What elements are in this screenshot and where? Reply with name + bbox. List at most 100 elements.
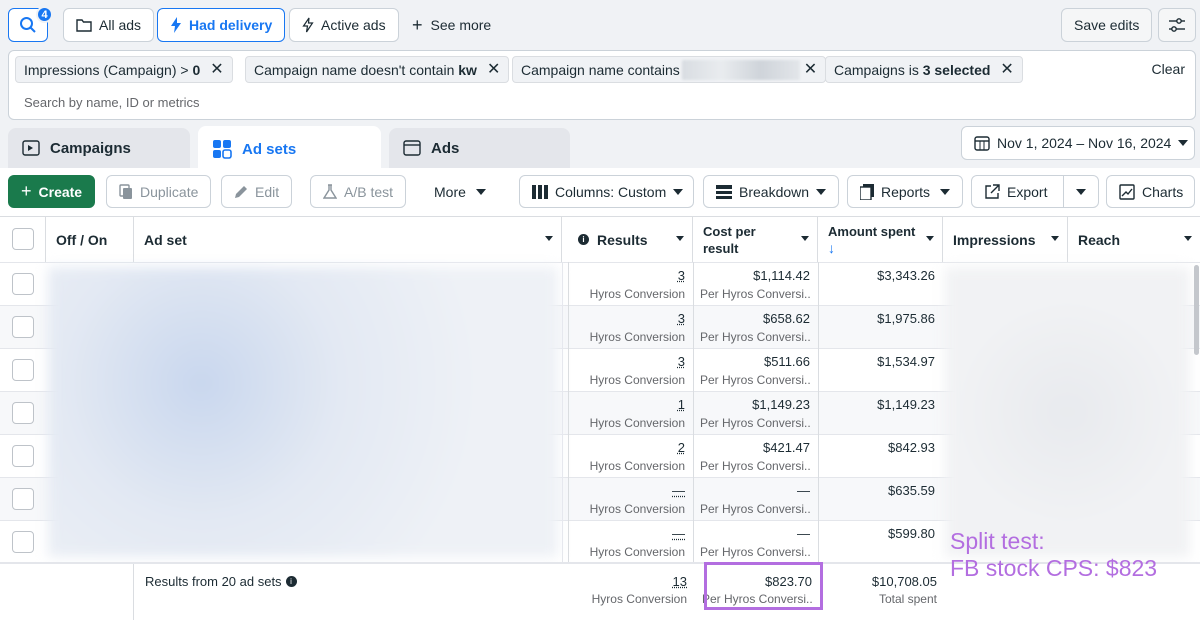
filter-chip-value: 0 xyxy=(192,61,201,78)
row-results[interactable]: 3 xyxy=(678,354,685,369)
row-cost-sub: Per Hyros Conversi... xyxy=(700,330,810,344)
date-range-picker[interactable]: Nov 1, 2024 – Nov 16, 2024 xyxy=(961,126,1195,160)
row-results[interactable]: 2 xyxy=(678,440,685,455)
column-divider xyxy=(133,564,134,620)
column-header-results[interactable]: i Results xyxy=(568,217,693,262)
tab-ads[interactable]: Ads xyxy=(389,128,570,168)
row-checkbox[interactable] xyxy=(12,402,34,424)
filter-chip-campaigns[interactable]: Campaigns is 3 selected ✕ xyxy=(825,56,1023,83)
row-results[interactable]: 1 xyxy=(678,397,685,412)
highlight-box xyxy=(704,562,823,610)
settings-button[interactable] xyxy=(1158,8,1196,42)
save-edits-button[interactable]: Save edits xyxy=(1061,8,1153,42)
reports-button[interactable]: Reports xyxy=(847,175,963,208)
row-checkbox[interactable] xyxy=(12,445,34,467)
row-results[interactable]: 3 xyxy=(678,268,685,283)
breakdown-icon xyxy=(716,184,732,199)
row-cost-sub: Per Hyros Conversi... xyxy=(700,502,810,516)
off-on-header-label: Off / On xyxy=(56,231,108,248)
chevron-down-icon xyxy=(1178,140,1189,146)
all-ads-label: All ads xyxy=(99,17,142,33)
row-spent: $1,534.97 xyxy=(877,354,935,369)
column-header-off-on[interactable]: Off / On xyxy=(46,217,134,262)
column-header-amount-spent[interactable]: Amount spent ↓ xyxy=(818,217,943,262)
row-spent: $635.59 xyxy=(888,483,935,498)
export-divider xyxy=(1063,176,1064,207)
column-header-reach[interactable]: Reach xyxy=(1068,217,1200,262)
breakdown-label: Breakdown xyxy=(739,183,810,200)
column-header-impressions[interactable]: Impressions xyxy=(943,217,1068,262)
column-header-ad-set[interactable]: Ad set xyxy=(134,217,562,262)
filter-chip-name-contains[interactable]: Campaign name contains ✕ xyxy=(512,56,827,83)
active-ads-button[interactable]: Active ads xyxy=(289,8,399,42)
active-ads-label: Active ads xyxy=(321,17,386,33)
tab-ads-label: Ads xyxy=(431,139,460,157)
vertical-scrollbar[interactable] xyxy=(1194,265,1199,355)
columns-button[interactable]: Columns: Custom xyxy=(519,175,694,208)
columns-icon xyxy=(532,184,548,199)
row-results[interactable]: 3 xyxy=(678,311,685,326)
charts-button[interactable]: Charts xyxy=(1106,175,1195,208)
search-input[interactable]: Search by name, ID or metrics xyxy=(24,95,200,110)
select-all-checkbox[interactable] xyxy=(12,228,34,250)
remove-filter-icon[interactable]: ✕ xyxy=(1000,61,1013,78)
row-checkbox[interactable] xyxy=(12,273,34,295)
charts-label: Charts xyxy=(1142,183,1184,200)
amount-spent-header-label: Amount spent xyxy=(828,223,916,239)
filter-chip-text: Impressions (Campaign) > xyxy=(24,61,193,78)
edit-label: Edit xyxy=(255,183,280,200)
row-cost-sub: Per Hyros Conversi... xyxy=(700,545,810,559)
all-ads-button[interactable]: All ads xyxy=(63,8,155,42)
edit-button[interactable]: Edit xyxy=(221,175,293,208)
export-icon xyxy=(985,183,1000,199)
row-checkbox[interactable] xyxy=(12,531,34,553)
plus-icon: + xyxy=(21,181,32,201)
tab-campaigns[interactable]: Campaigns xyxy=(8,128,190,168)
create-label: Create xyxy=(38,183,83,200)
tab-ad-sets-label: Ad sets xyxy=(242,140,297,158)
row-results[interactable]: — xyxy=(672,526,685,541)
more-button[interactable]: More xyxy=(434,175,486,208)
remove-filter-icon[interactable]: ✕ xyxy=(210,61,223,78)
row-results-sub: Hyros Conversion xyxy=(589,502,685,516)
columns-label: Columns: Custom xyxy=(555,183,667,200)
export-label: Export xyxy=(1007,183,1048,200)
lightning-icon xyxy=(171,17,181,33)
filter-bar: Impressions (Campaign) > 0 ✕ Campaign na… xyxy=(8,50,1196,120)
row-cost: $1,114.42 xyxy=(753,268,810,283)
annotation-text: Split test: FB stock CPS: $823 xyxy=(950,528,1157,582)
info-icon: i xyxy=(578,234,589,245)
flask-icon xyxy=(323,183,337,199)
summary-results[interactable]: 13 xyxy=(673,574,687,589)
clear-filters-link[interactable]: Clear xyxy=(1152,61,1185,77)
column-header-cost-per-result[interactable]: Cost per result xyxy=(693,217,818,262)
row-cost-sub: Per Hyros Conversi... xyxy=(700,373,810,387)
see-more-button[interactable]: + See more xyxy=(412,8,491,42)
filter-chip-text: Campaign name doesn't contain xyxy=(254,61,459,78)
sort-caret-icon xyxy=(1051,236,1059,241)
filter-chip-impressions[interactable]: Impressions (Campaign) > 0 ✕ xyxy=(15,56,233,83)
select-all-header xyxy=(0,217,46,262)
results-header-label: Results xyxy=(597,231,648,248)
row-checkbox[interactable] xyxy=(12,359,34,381)
tab-ad-sets[interactable]: Ad sets xyxy=(198,126,381,172)
row-results-sub: Hyros Conversion xyxy=(589,545,685,559)
row-cost: $511.66 xyxy=(763,354,810,369)
filter-chip-value: kw xyxy=(458,61,477,78)
had-delivery-label: Had delivery xyxy=(189,17,273,33)
row-checkbox[interactable] xyxy=(12,488,34,510)
create-button[interactable]: + Create xyxy=(8,175,96,208)
row-results-sub: Hyros Conversion xyxy=(589,459,685,473)
row-checkbox[interactable] xyxy=(12,316,34,338)
had-delivery-button[interactable]: Had delivery xyxy=(157,8,286,42)
row-results[interactable]: — xyxy=(672,483,685,498)
remove-filter-icon[interactable]: ✕ xyxy=(804,61,817,78)
filter-chip-name-not-contain[interactable]: Campaign name doesn't contain kw ✕ xyxy=(245,56,510,83)
export-options-chevron-icon[interactable] xyxy=(1076,189,1086,195)
duplicate-button[interactable]: Duplicate xyxy=(106,175,212,208)
breakdown-button[interactable]: Breakdown xyxy=(703,175,839,208)
reports-label: Reports xyxy=(881,183,931,200)
ab-test-button[interactable]: A/B test xyxy=(310,175,407,208)
plus-icon: + xyxy=(412,14,423,35)
remove-filter-icon[interactable]: ✕ xyxy=(487,61,500,78)
